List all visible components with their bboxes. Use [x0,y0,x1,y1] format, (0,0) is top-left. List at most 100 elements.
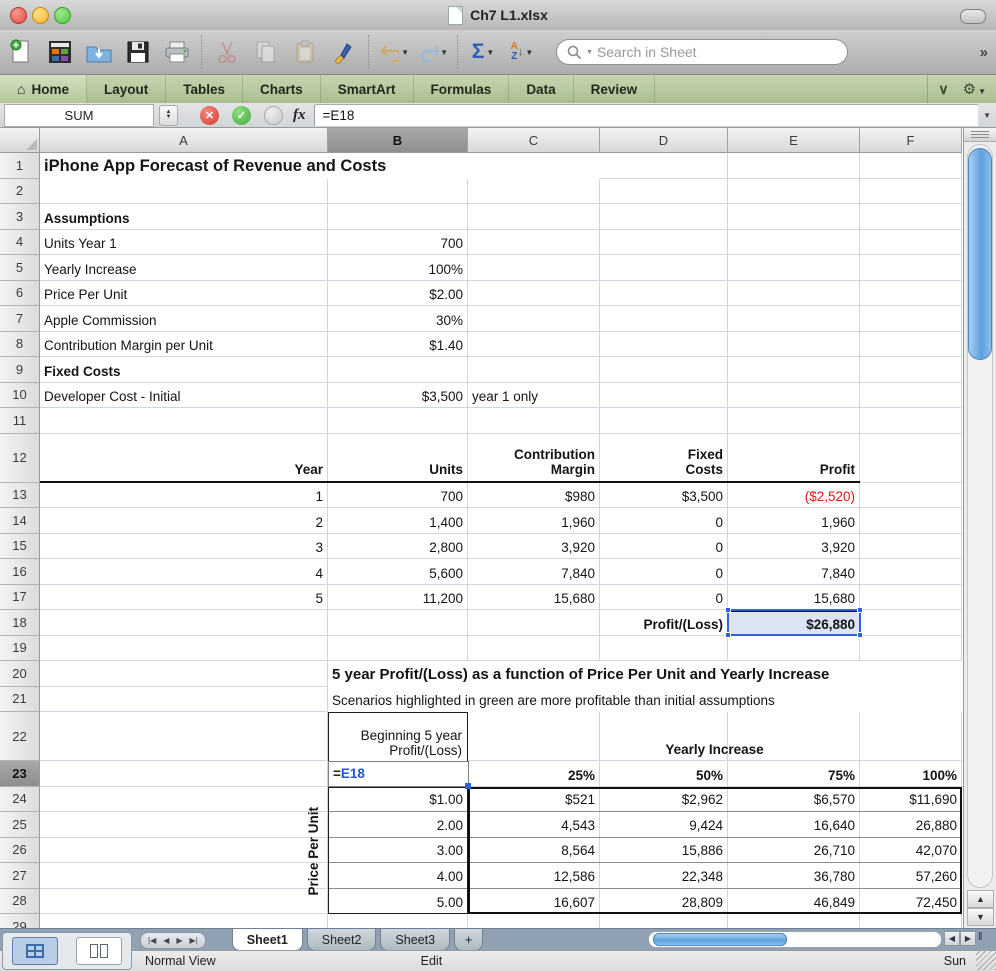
cell-A16[interactable]: 4 [40,559,328,585]
cell-F26[interactable]: 42,070 [860,838,962,863]
cell-A10[interactable]: Developer Cost - Initial [40,383,328,409]
autosum-dropdown-arrow[interactable]: ▼ [486,48,494,57]
column-header-D[interactable]: D [600,128,728,153]
row-header-21[interactable]: 21 [0,686,40,712]
cell-D28[interactable]: 28,809 [600,889,728,915]
row-header-26[interactable]: 26 [0,837,40,863]
cell-B5[interactable]: 100% [328,255,468,281]
cell-A13[interactable]: 1 [40,483,328,509]
cell-D17[interactable]: 0 [600,585,728,611]
row-header-11[interactable]: 11 [0,408,40,434]
cell-D13[interactable]: $3,500 [600,483,728,509]
row-header-14[interactable]: 14 [0,508,40,534]
row-header-27[interactable]: 27 [0,863,40,889]
row-header-12[interactable]: 12 [0,433,40,483]
cell-E12[interactable]: Profit [728,434,860,483]
sheet-tab-sheet2[interactable]: Sheet2 [306,929,377,951]
row-header-29[interactable]: 29 [0,914,40,928]
column-header-E[interactable]: E [728,128,860,153]
vertical-scroll-thumb[interactable] [968,148,992,360]
row-header-9[interactable]: 9 [0,357,40,383]
cell-B26[interactable]: 3.00 [328,838,468,863]
cell-E24[interactable]: $6,570 [728,787,860,812]
ribbon-tab-review[interactable]: Review [574,75,656,103]
search-scope-arrow[interactable]: ▼ [586,49,593,56]
cell-B16[interactable]: 5,600 [328,559,468,585]
cell-A7[interactable]: Apple Commission [40,306,328,332]
cell-D27[interactable]: 22,348 [600,863,728,889]
select-all-corner[interactable] [0,128,40,153]
column-header-A[interactable]: A [40,128,328,153]
cell-D24[interactable]: $2,962 [600,787,728,812]
cell-C12[interactable]: Contribution Margin [468,434,600,483]
vertical-scrollbar[interactable]: ▲ ▼ [963,128,996,928]
accept-icon[interactable]: ✓ [232,105,251,125]
first-sheet-arrow[interactable]: |◀ [148,936,156,945]
prev-sheet-arrow[interactable]: ◀ [163,936,169,945]
save-icon[interactable] [123,36,153,68]
sheet-tab-sheet3[interactable]: Sheet3 [380,929,451,951]
horizontal-scrollbar[interactable] [648,931,942,948]
cell-C25[interactable]: 4,543 [468,812,600,838]
cell-D25[interactable]: 9,424 [600,812,728,838]
cell-E16[interactable]: 7,840 [728,559,860,585]
cell-E13[interactable]: ($2,520) [728,483,860,509]
cell-B6[interactable]: $2.00 [328,281,468,307]
cell-D26[interactable]: 15,886 [600,838,728,863]
row-header-15[interactable]: 15 [0,533,40,559]
add-sheet-button[interactable]: + [454,929,484,951]
cell-B27[interactable]: 4.00 [328,863,468,889]
cell-E18[interactable]: $26,880 [728,610,860,636]
cell-A4[interactable]: Units Year 1 [40,230,328,256]
scroll-left-arrow[interactable]: ◀ [944,931,960,946]
column-header-C[interactable]: C [468,128,600,153]
cell-A5[interactable]: Yearly Increase [40,255,328,281]
formula-builder-icon[interactable] [264,105,283,125]
normal-view-button[interactable] [12,937,58,965]
toolbar-more-button[interactable]: » [980,44,990,61]
split-handle[interactable] [964,128,996,142]
row-header-19[interactable]: 19 [0,635,40,661]
sort-dropdown-arrow[interactable]: ▼ [525,48,533,57]
cell-F23[interactable]: 100% [860,761,962,787]
name-box-stepper[interactable]: ▲ ▼ [159,104,178,126]
cell-C24[interactable]: $521 [468,787,600,812]
cell-E14[interactable]: 1,960 [728,508,860,534]
cell-D16[interactable]: 0 [600,559,728,585]
autosum-icon[interactable]: Σ ▼ [468,36,498,68]
row-header-7[interactable]: 7 [0,306,40,332]
paste-icon[interactable] [290,36,320,68]
cell-E15[interactable]: 3,920 [728,534,860,560]
cell-C23[interactable]: 25% [468,761,600,787]
sort-az-icon[interactable]: A Z ↓ ▼ [507,36,537,68]
format-painter-icon[interactable] [329,36,359,68]
cell-A8[interactable]: Contribution Margin per Unit [40,332,328,358]
cell-B20[interactable]: 5 year Profit/(Loss) as a function of Pr… [328,661,962,687]
cell-C28[interactable]: 16,607 [468,889,600,915]
cell-E25[interactable]: 16,640 [728,812,860,838]
undo-icon[interactable]: ▼ [379,36,409,68]
cell-B7[interactable]: 30% [328,306,468,332]
column-header-F[interactable]: F [860,128,962,153]
sheet-tab-sheet1[interactable]: Sheet1 [231,929,303,951]
row-header-2[interactable]: 2 [0,178,40,204]
last-sheet-arrow[interactable]: ▶| [190,936,198,945]
undo-dropdown-arrow[interactable]: ▼ [401,48,409,57]
tab-split-handle[interactable]: ‖ [978,931,983,943]
cell-B13[interactable]: 700 [328,483,468,509]
cell-A9[interactable]: Fixed Costs [40,357,328,383]
cell-edit-box-B23[interactable]: = E18 [328,761,471,789]
toolbar-toggle-pill[interactable] [960,9,986,24]
cell-F24[interactable]: $11,690 [860,787,962,812]
cell-E23[interactable]: 75% [728,761,860,787]
print-icon[interactable] [162,36,192,68]
cell-F25[interactable]: 26,880 [860,812,962,838]
redo-dropdown-arrow[interactable]: ▼ [440,48,448,57]
row-header-1[interactable]: 1 [0,153,40,179]
ribbon-tab-formulas[interactable]: Formulas [414,75,510,103]
row-header-4[interactable]: 4 [0,229,40,255]
cell-E28[interactable]: 46,849 [728,889,860,915]
row-header-16[interactable]: 16 [0,559,40,585]
cell-C17[interactable]: 15,680 [468,585,600,611]
cell-C13[interactable]: $980 [468,483,600,509]
